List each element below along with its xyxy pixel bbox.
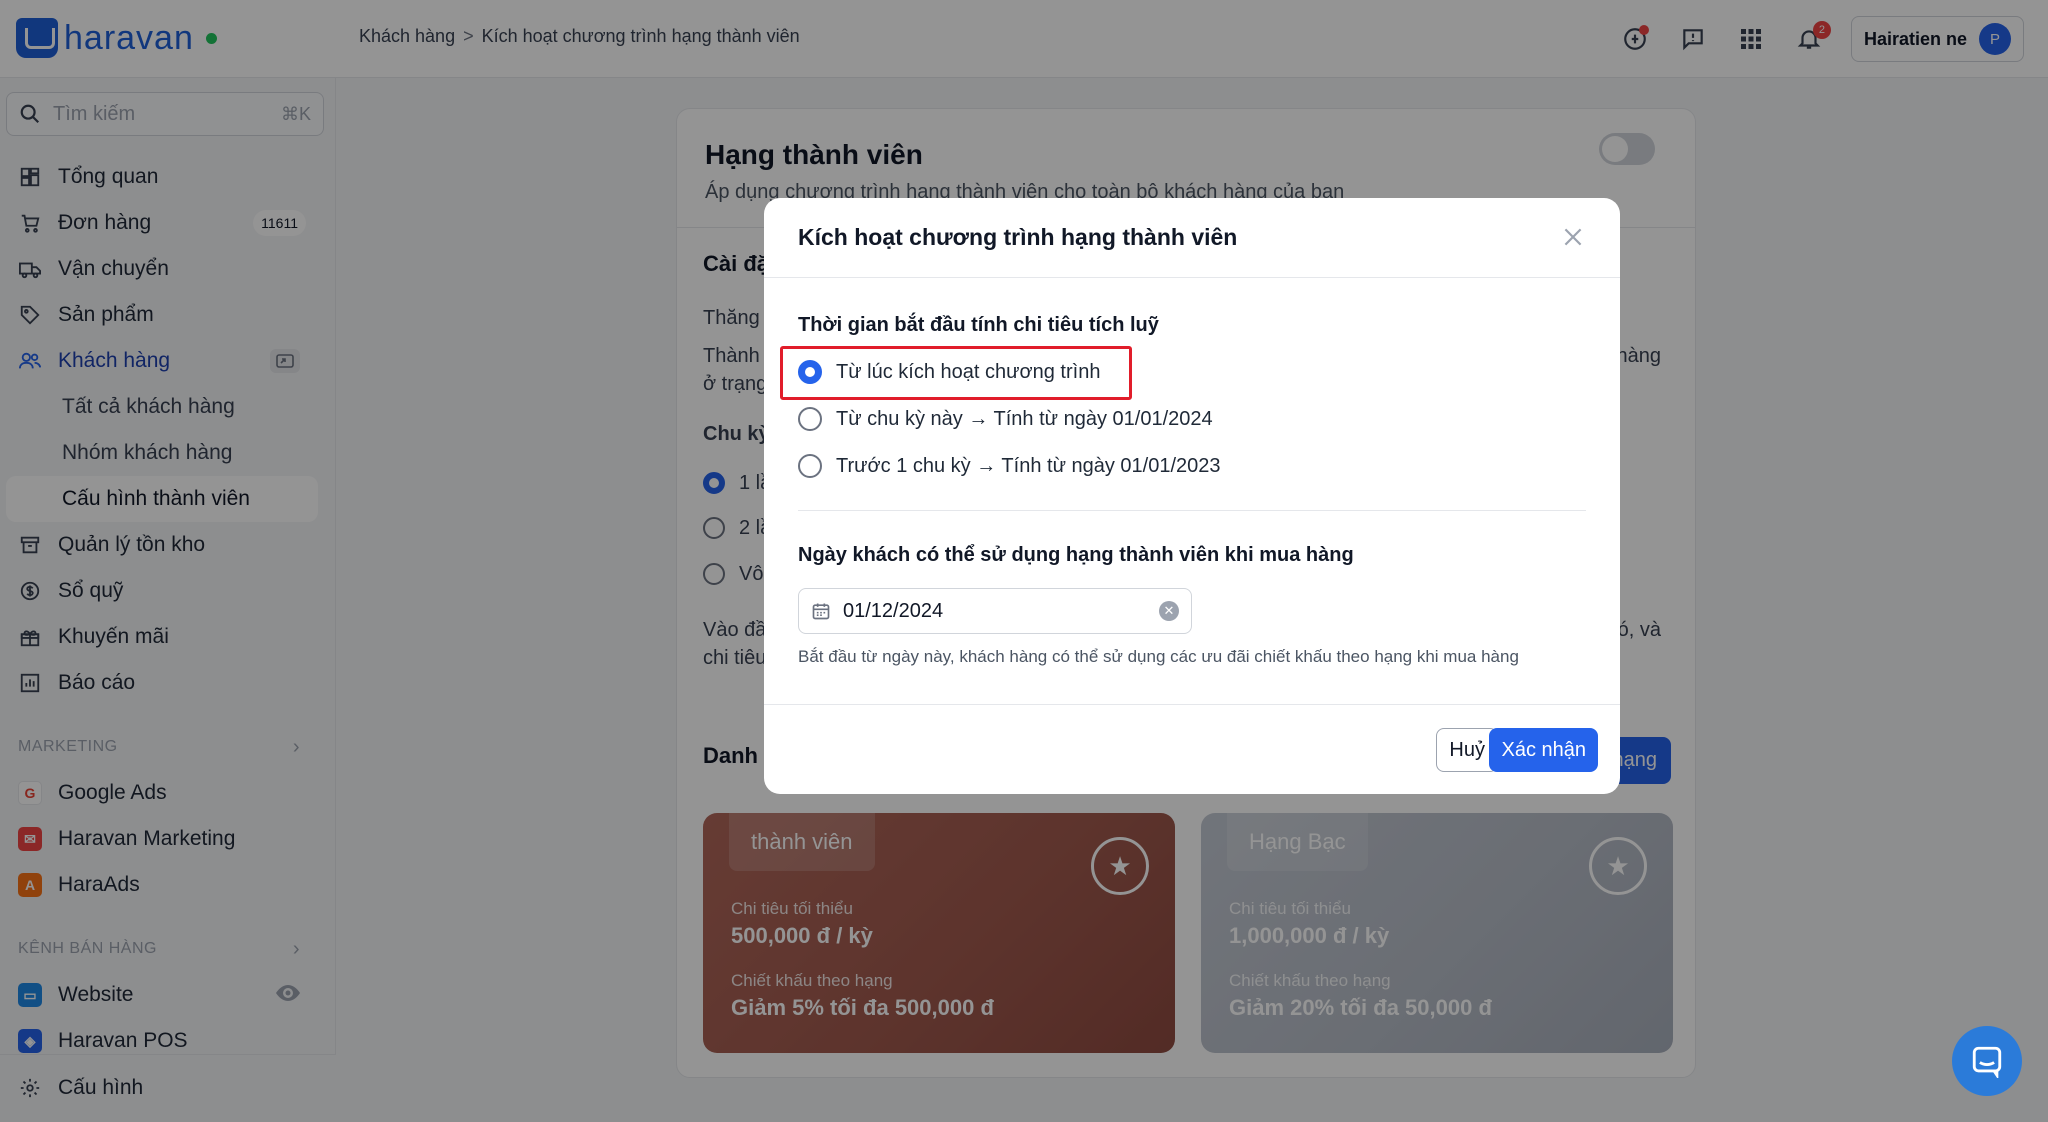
dialog-title: Kích hoạt chương trình hạng thành viên xyxy=(798,224,1238,250)
radio-unselected[interactable] xyxy=(798,454,822,478)
start-option-activation[interactable]: Từ lúc kích hoạt chương trình xyxy=(798,360,1100,384)
divider xyxy=(764,704,1620,705)
option-label: Từ chu kỳ này → Tính từ ngày 01/01/2024 xyxy=(836,407,1213,430)
clear-icon[interactable]: ✕ xyxy=(1159,601,1179,621)
date-helper-text: Bắt đầu từ ngày này, khách hàng có thể s… xyxy=(798,647,1519,666)
usable-date-label: Ngày khách có thể sử dụng hạng thành viê… xyxy=(798,544,1354,566)
calendar-icon xyxy=(812,603,830,620)
option-label: Trước 1 chu kỳ → Tính từ ngày 01/01/2023 xyxy=(836,454,1221,477)
start-option-previous-cycle[interactable]: Trước 1 chu kỳ → Tính từ ngày 01/01/2023 xyxy=(798,454,1221,478)
option-label: Từ lúc kích hoạt chương trình xyxy=(836,360,1101,383)
start-option-this-cycle[interactable]: Từ chu kỳ này → Tính từ ngày 01/01/2024 xyxy=(798,407,1213,431)
activate-membership-dialog: Kích hoạt chương trình hạng thành viên T… xyxy=(764,198,1620,794)
chat-icon xyxy=(1972,1046,2002,1078)
dialog-header: Kích hoạt chương trình hạng thành viên xyxy=(764,198,1620,278)
radio-unselected[interactable] xyxy=(798,407,822,431)
confirm-button[interactable]: Xác nhận xyxy=(1489,728,1598,772)
start-time-label: Thời gian bắt đầu tính chi tiêu tích luỹ xyxy=(798,314,1159,336)
divider xyxy=(798,510,1586,511)
radio-selected[interactable] xyxy=(798,360,822,384)
date-picker-input[interactable]: 01/12/2024 ✕ xyxy=(798,588,1192,634)
chat-support-button[interactable] xyxy=(1952,1026,2022,1096)
close-icon[interactable] xyxy=(1560,224,1586,250)
date-value: 01/12/2024 xyxy=(843,599,944,622)
